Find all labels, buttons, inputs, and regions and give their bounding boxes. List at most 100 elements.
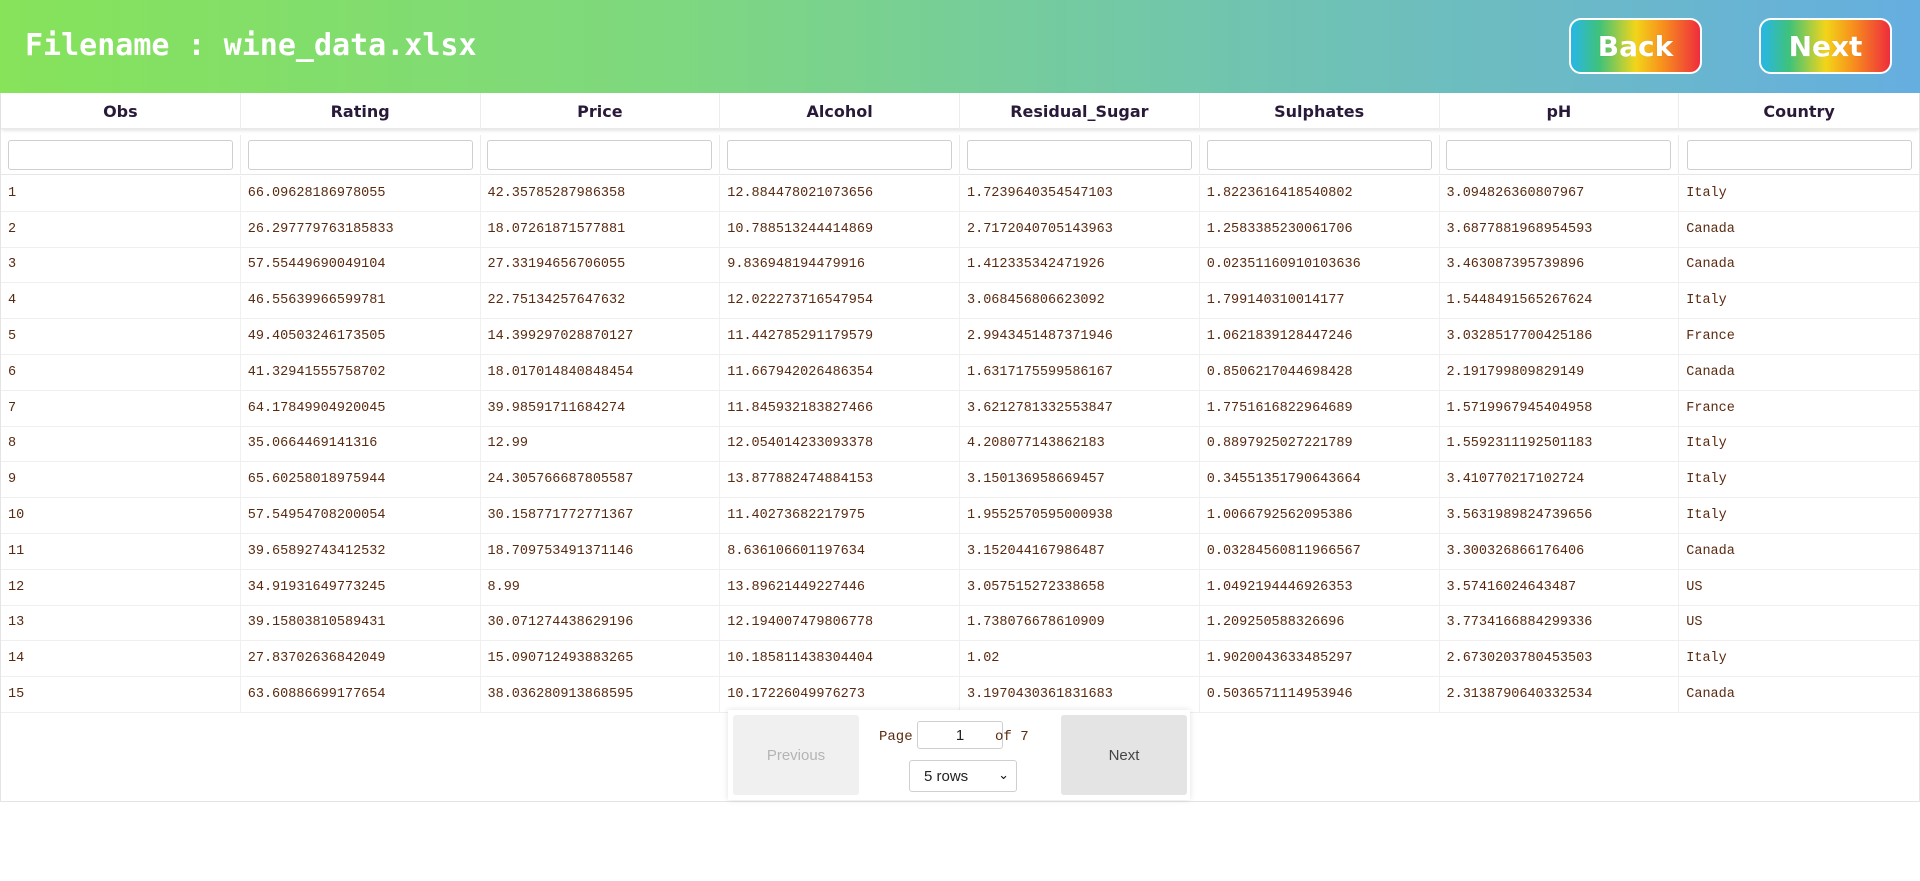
table-cell: 15 [1,677,241,712]
table-cell: France [1686,400,1735,416]
table-cell: 38.036280913868595 [481,677,721,712]
table-cell: 1.412335342471926 [960,247,1200,283]
column-header[interactable]: Sulphates [1200,93,1440,129]
table-row[interactable]: 5 49.40503246173505 14.399297028870127 11.4… [1,319,1919,355]
table-cell: 1.5719967945404958 [1440,390,1680,426]
table-cell: 1.7239640354547103 [960,176,1200,211]
table-cell: 12.022273716547954 [720,283,960,319]
page-title: Filename : wine_data.xlsx [25,28,477,63]
column-filter-input[interactable] [966,140,1192,170]
table-cell: 2.9943451487371946 [960,319,1200,354]
column-header[interactable]: pH [1440,93,1680,129]
column-header[interactable]: Residual_Sugar [960,93,1200,129]
table-row[interactable]: 3 57.55449690049104 27.33194656706055 9.836… [1,247,1919,284]
pagination-bar: Previous Page of 7 5 rows ⌄ Next [728,710,1190,800]
table-cell: 3.6212781332553847 [960,390,1200,426]
table-cell: 3.7734166884299336 [1440,605,1680,641]
table-cell: 11.845932183827466 [720,390,960,426]
column-filter-input[interactable] [247,140,473,170]
table-cell: Canada [1686,257,1735,273]
table-cell: 1.9020043633485297 [1200,641,1440,677]
column-header[interactable]: Alcohol [720,93,960,129]
column-header[interactable]: Price [481,93,721,129]
column-header[interactable]: Country [1679,93,1919,129]
filter-cell [1,135,241,175]
column-header[interactable]: Rating [241,93,481,129]
table-row[interactable]: 7 64.17849904920045 39.98591711684274 11.84… [1,390,1919,427]
previous-page-button[interactable]: Previous [733,715,859,795]
table-header: Obs Rating Price Alcohol Residual_Sugar Sulph… [1,93,1919,129]
column-filter-input[interactable] [1446,140,1672,170]
page-total-label: of 7 [995,729,1029,745]
table-cell: Italy [1686,472,1727,488]
table-row[interactable]: 2 26.297779763185833 18.07261871577881 10.7… [1,211,1919,248]
table-row[interactable]: 9 65.60258018975944 24.305766687805587 13.8… [1,462,1919,499]
table-cell: 12 [1,569,241,605]
table-cell: Italy [1686,508,1727,524]
filter-cell [1440,135,1680,175]
table-cell: 0.8506217044698428 [1200,354,1440,390]
table-row[interactable]: 13 39.15803810589431 30.071274438629196 12.… [1,605,1919,642]
table-row[interactable]: 6 41.32941555758702 18.017014840848454 11.6… [1,354,1919,391]
table-cell: 12.194007479806778 [720,605,960,641]
table-cell: 1.7751616822964689 [1200,390,1440,426]
table-row[interactable]: 12 34.91931649773245 8.99 13.89621449227446… [1,569,1919,606]
table-cell: 22.75134257647632 [481,283,721,319]
table-cell: 5 [1,319,241,354]
table-row[interactable]: 8 35.0664469141316 12.99 12.054014233093378… [1,426,1919,463]
filter-row [1,135,1919,175]
table-cell: France [1686,329,1735,345]
table-row[interactable]: 1 66.09628186978055 42.35785287986358 12.88… [1,176,1919,212]
header-bar: Filename : wine_data.xlsx Back Next [0,0,1920,93]
table-cell: 64.17849904920045 [241,390,481,426]
table-cell: 18.017014840848454 [481,354,721,390]
table-cell: 10.185811438304404 [720,641,960,677]
rows-per-page-value: 5 rows [924,767,969,785]
table-cell: 2.6730203780453503 [1440,641,1680,677]
next-button[interactable]: Next [1759,18,1892,74]
table-cell: 3.300326866176406 [1440,533,1680,569]
column-filter-input[interactable] [1686,140,1912,170]
table-cell: 9 [1,462,241,498]
table-row[interactable]: 11 39.65892743412532 18.709753491371146 8.6… [1,533,1919,570]
table-cell: 41.32941555758702 [241,354,481,390]
table-cell: Canada [1686,221,1735,237]
table-cell: 0.02351160910103636 [1200,247,1440,283]
table-cell: Italy [1686,651,1727,667]
column-filter-input[interactable] [1206,140,1432,170]
table-row[interactable]: 14 27.83702636842049 15.090712493883265 10.… [1,641,1919,678]
table-cell: 1.738076678610909 [960,605,1200,641]
table-row[interactable]: 4 46.55639966599781 22.75134257647632 12.02… [1,283,1919,320]
page-number-input[interactable] [917,721,1003,749]
filter-cell [1200,135,1440,175]
table-cell: 1.5448491565267624 [1440,283,1680,319]
table-cell: 1.8223616418540802 [1200,176,1440,211]
table-cell: 3.150136958669457 [960,462,1200,498]
table-cell: 57.55449690049104 [241,247,481,283]
back-button[interactable]: Back [1569,18,1702,74]
column-filter-input[interactable] [727,140,953,170]
table-cell: 49.40503246173505 [241,319,481,354]
table-cell: 27.83702636842049 [241,641,481,677]
column-header[interactable]: Obs [1,93,241,129]
table-cell: 7 [1,390,241,426]
table-cell: 0.8897925027221789 [1200,426,1440,462]
table-cell: 6 [1,354,241,390]
data-table: Obs Rating Price Alcohol Residual_Sugar Sulph… [0,93,1920,802]
column-filter-input[interactable] [487,140,713,170]
table-cell: 12.99 [481,426,721,462]
filter-cell [1679,135,1919,175]
next-page-button[interactable]: Next [1061,715,1187,795]
table-cell: 2.7172040705143963 [960,211,1200,247]
table-row[interactable]: 15 63.60886699177654 38.036280913868595 10.… [1,677,1919,713]
table-cell: 1.9552570595000938 [960,498,1200,533]
table-cell: 42.35785287986358 [481,176,721,211]
table-cell: 30.071274438629196 [481,605,721,641]
column-filter-input[interactable] [7,140,233,170]
table-cell: 66.09628186978055 [241,176,481,211]
table-row[interactable]: 10 57.54954708200054 30.158771772771367 11.… [1,498,1919,534]
table-cell: Canada [1686,364,1735,380]
rows-per-page-select[interactable]: 5 rows ⌄ [909,760,1017,792]
table-cell: 0.03284560811966567 [1200,533,1440,569]
table-cell: 11 [1,533,241,569]
